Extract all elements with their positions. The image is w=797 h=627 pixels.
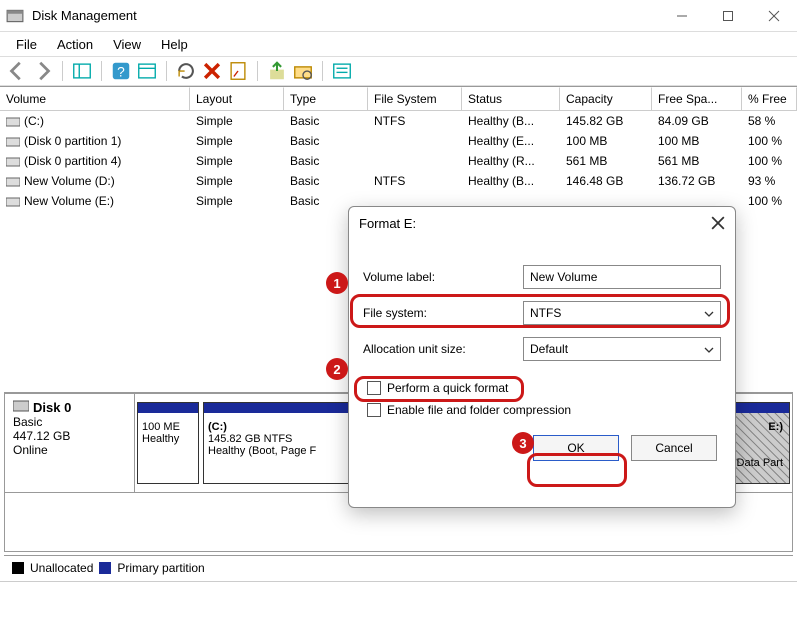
app-icon: [6, 7, 24, 25]
drive-icon: [6, 136, 20, 146]
volume-header-row: Volume Layout Type File System Status Ca…: [0, 87, 797, 111]
label-compression: Enable file and folder compression: [387, 403, 571, 417]
label-volume-label: Volume label:: [363, 270, 523, 284]
cancel-button[interactable]: Cancel: [631, 435, 717, 461]
volume-name: New Volume (E:): [24, 194, 114, 208]
legend-label: Unallocated: [30, 561, 93, 575]
window-title: Disk Management: [32, 8, 659, 23]
disk-icon: [13, 400, 29, 415]
menu-action[interactable]: Action: [47, 35, 103, 54]
dialog-titlebar: Format E:: [349, 207, 735, 239]
back-icon[interactable]: [6, 60, 28, 82]
refresh-icon[interactable]: [175, 60, 197, 82]
partition-box[interactable]: 100 ME Healthy: [137, 402, 199, 484]
close-icon[interactable]: [711, 216, 725, 230]
legend-label: Primary partition: [117, 561, 204, 575]
col-freespace[interactable]: Free Spa...: [652, 87, 742, 111]
separator: [166, 61, 167, 81]
input-volume-label[interactable]: New Volume: [523, 265, 721, 289]
label-allocation-unit: Allocation unit size:: [363, 342, 523, 356]
volume-name: New Volume (D:): [24, 174, 115, 188]
minimize-button[interactable]: [659, 0, 705, 32]
maximize-button[interactable]: [705, 0, 751, 32]
close-button[interactable]: [751, 0, 797, 32]
partition-color-bar: [138, 403, 198, 413]
volume-name: (C:): [24, 114, 44, 128]
disk-state: Online: [13, 443, 126, 457]
menu-view[interactable]: View: [103, 35, 151, 54]
combo-allocation-unit[interactable]: Default: [523, 337, 721, 361]
row-allocation-unit: Allocation unit size: Default: [349, 331, 735, 367]
forward-icon[interactable]: [32, 60, 54, 82]
drive-icon: [6, 196, 20, 206]
drive-icon: [6, 176, 20, 186]
svg-text:?: ?: [117, 65, 125, 80]
drive-icon: [6, 116, 20, 126]
delete-icon[interactable]: [201, 60, 223, 82]
separator: [101, 61, 102, 81]
settings-icon[interactable]: [136, 60, 158, 82]
col-layout[interactable]: Layout: [190, 87, 284, 111]
col-volume[interactable]: Volume: [0, 87, 190, 111]
col-type[interactable]: Type: [284, 87, 368, 111]
volume-name: (Disk 0 partition 1): [24, 134, 121, 148]
volume-row[interactable]: (Disk 0 partition 4) Simple Basic Health…: [0, 151, 797, 171]
toolbar: ?: [0, 56, 797, 86]
volume-row[interactable]: (C:) Simple Basic NTFS Healthy (B... 145…: [0, 111, 797, 131]
dialog-title: Format E:: [359, 216, 416, 231]
annotation-box-3: [527, 453, 627, 487]
annotation-box-1: [350, 294, 730, 328]
status-bar: [0, 581, 797, 627]
col-capacity[interactable]: Capacity: [560, 87, 652, 111]
menubar: File Action View Help: [0, 32, 797, 56]
row-compression[interactable]: Enable file and folder compression: [349, 399, 735, 421]
partition-label: (C:): [208, 421, 227, 433]
menu-help[interactable]: Help: [151, 35, 198, 54]
disk-label: Disk 0: [33, 400, 71, 415]
col-pctfree[interactable]: % Free: [742, 87, 797, 111]
disk-size: 447.12 GB: [13, 429, 126, 443]
help-icon[interactable]: ?: [110, 60, 132, 82]
drive-icon: [6, 156, 20, 166]
annotation-badge-2: 2: [326, 358, 348, 380]
partition-label: E:): [768, 421, 783, 433]
col-filesystem[interactable]: File System: [368, 87, 462, 111]
menu-file[interactable]: File: [6, 35, 47, 54]
volume-list: Volume Layout Type File System Status Ca…: [0, 86, 797, 211]
checkbox-compression[interactable]: [367, 403, 381, 417]
separator: [62, 61, 63, 81]
mount-icon[interactable]: [266, 60, 288, 82]
separator: [322, 61, 323, 81]
volume-row[interactable]: New Volume (D:) Simple Basic NTFS Health…: [0, 171, 797, 191]
partition-status: Healthy: [142, 433, 194, 445]
options-icon[interactable]: [331, 60, 353, 82]
explore-icon[interactable]: [292, 60, 314, 82]
titlebar: Disk Management: [0, 0, 797, 32]
row-volume-label: Volume label: New Volume: [349, 259, 735, 295]
col-status[interactable]: Status: [462, 87, 560, 111]
partition-size: 100 ME: [142, 421, 194, 433]
disk-info[interactable]: Disk 0 Basic 447.12 GB Online: [5, 394, 135, 492]
legend-swatch-unallocated: [12, 562, 24, 574]
annotation-badge-3: 3: [512, 432, 534, 454]
show-hide-icon[interactable]: [71, 60, 93, 82]
separator: [257, 61, 258, 81]
annotation-badge-1: 1: [326, 272, 348, 294]
volume-name: (Disk 0 partition 4): [24, 154, 121, 168]
disk-type: Basic: [13, 415, 126, 429]
properties-icon[interactable]: [227, 60, 249, 82]
volume-row[interactable]: (Disk 0 partition 1) Simple Basic Health…: [0, 131, 797, 151]
annotation-box-2: [354, 376, 524, 402]
chevron-down-icon: [704, 342, 714, 356]
legend: Unallocated Primary partition: [4, 555, 793, 579]
legend-swatch-primary: [99, 562, 111, 574]
